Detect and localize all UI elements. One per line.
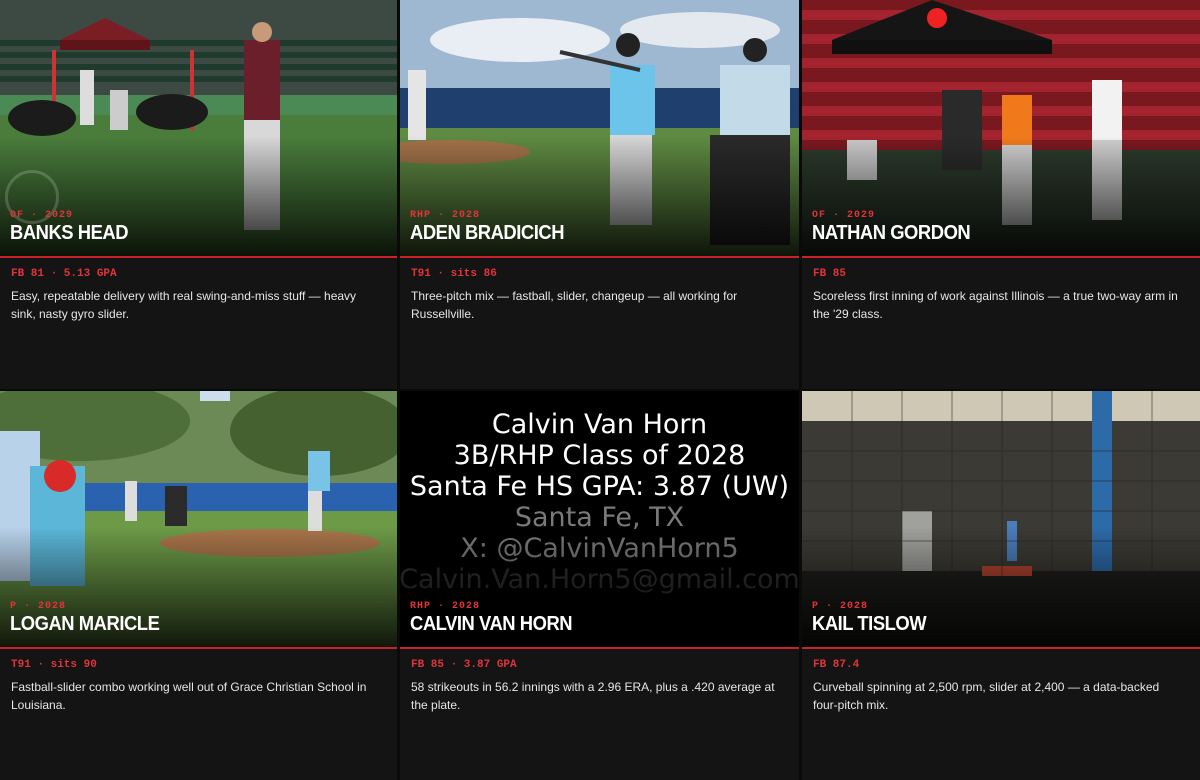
player-card[interactable]: OF · 2029 NATHAN GORDON FB 85 Scoreless …	[802, 0, 1200, 389]
overlay-line-social: X: @CalvinVanHorn5	[460, 533, 739, 564]
overlay-line-name: Calvin Van Horn	[491, 409, 708, 440]
player-name: CALVIN VAN HORN	[410, 613, 573, 635]
player-description: Easy, repeatable delivery with real swin…	[11, 289, 357, 321]
video-thumbnail[interactable]: P · 2028 LOGAN MARICLE	[0, 391, 397, 647]
position-class-tag: RHP · 2028	[410, 210, 481, 221]
player-description: 58 strikeouts in 56.2 innings with a 2.9…	[411, 680, 775, 712]
player-card[interactable]: P · 2028 LOGAN MARICLE T91 · sits 90 Fas…	[0, 391, 397, 780]
video-thumbnail[interactable]: OF · 2029 BANKS HEAD	[0, 0, 397, 256]
video-thumbnail[interactable]: P · 2028 KAIL TISLOW	[802, 391, 1200, 647]
player-card[interactable]: RHP · 2028 ADEN BRADICICH T91 · sits 86 …	[400, 0, 799, 389]
player-stat: FB 85 · 3.87 GPA	[411, 659, 517, 671]
position-class-tag: OF · 2029	[10, 210, 74, 221]
video-thumbnail[interactable]: RHP · 2028 ADEN BRADICICH	[400, 0, 799, 256]
position-class-tag: P · 2028	[10, 601, 67, 612]
player-stat: FB 87.4	[813, 659, 860, 671]
player-description: Fastball-slider combo working well out o…	[11, 680, 367, 712]
player-description: Three-pitch mix — fastball, slider, chan…	[411, 289, 738, 321]
player-card[interactable]: OF · 2029 BANKS HEAD FB 81 · 5.13 GPA Ea…	[0, 0, 397, 389]
player-name: KAIL TISLOW	[812, 613, 927, 635]
position-class-tag: RHP · 2028	[410, 601, 481, 612]
player-name: LOGAN MARICLE	[10, 613, 160, 635]
player-stat: FB 81 · 5.13 GPA	[11, 268, 117, 280]
overlay-line-location: Santa Fe, TX	[514, 502, 685, 533]
overlay-line-school: Santa Fe HS GPA: 3.87 (UW)	[409, 471, 790, 502]
position-class-tag: OF · 2029	[812, 210, 876, 221]
divider	[0, 647, 397, 649]
player-name: BANKS HEAD	[10, 222, 129, 244]
player-card[interactable]: P · 2028 KAIL TISLOW FB 87.4 Curveball s…	[802, 391, 1200, 780]
divider	[802, 256, 1200, 258]
overlay-line-position: 3B/RHP Class of 2028	[453, 440, 746, 471]
divider	[400, 647, 799, 649]
player-name: ADEN BRADICICH	[410, 222, 565, 244]
position-class-tag: P · 2028	[812, 601, 869, 612]
player-card[interactable]: Calvin Van Horn 3B/RHP Class of 2028 San…	[400, 391, 799, 780]
player-name: NATHAN GORDON	[812, 222, 971, 244]
player-grid: OF · 2029 BANKS HEAD FB 81 · 5.13 GPA Ea…	[0, 0, 1200, 780]
video-thumbnail[interactable]: OF · 2029 NATHAN GORDON	[802, 0, 1200, 256]
divider	[0, 256, 397, 258]
divider	[802, 647, 1200, 649]
video-thumbnail[interactable]: Calvin Van Horn 3B/RHP Class of 2028 San…	[400, 391, 799, 647]
player-stat: FB 85	[813, 268, 847, 280]
player-stat: T91 · sits 90	[11, 659, 97, 671]
overlay-line-email: Calvin.Van.Horn5@gmail.com	[400, 564, 799, 595]
player-stat: T91 · sits 86	[411, 268, 497, 280]
divider	[400, 256, 799, 258]
player-description: Curveball spinning at 2,500 rpm, slider …	[813, 680, 1160, 712]
player-description: Scoreless first inning of work against I…	[813, 289, 1178, 321]
